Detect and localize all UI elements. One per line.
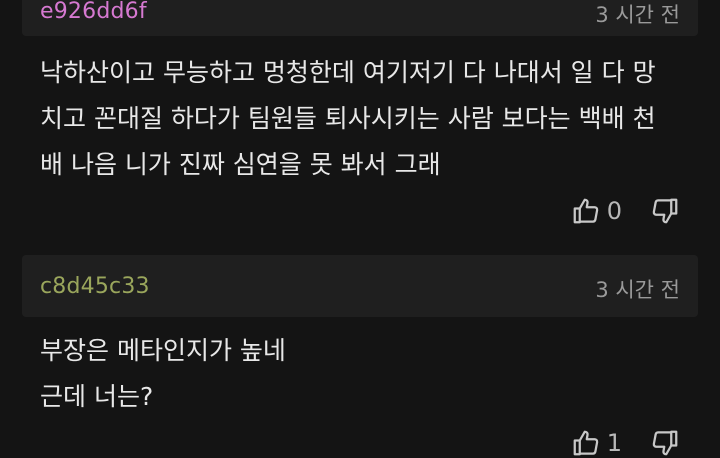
comment-line: 배 나음 니가 진짜 심연을 못 봐서 그래 (40, 150, 441, 179)
like-count: 1 (606, 429, 622, 457)
comment-body: 부장은 메타인지가 높네 근데 너는? (40, 328, 700, 420)
comment-line: 부장은 메타인지가 높네 (40, 336, 286, 365)
comment-line: 낙하산이고 무능하고 멍청한데 여기저기 다 나대서 일 다 망 (40, 58, 656, 87)
comment-author[interactable]: c8d45c33 (40, 274, 150, 299)
comment-line: 치고 꼰대질 하다가 팀원들 퇴사시키는 사람 보다는 백배 천 (40, 104, 656, 133)
comment-header: c8d45c33 3 시간 전 (22, 255, 698, 317)
comment-line: 근데 너는? (40, 382, 154, 411)
vote-bar: 1 (571, 428, 680, 458)
comment-author[interactable]: e926dd6f (40, 0, 147, 24)
thumbs-down-icon[interactable] (650, 196, 680, 226)
thumbs-up-icon[interactable] (571, 428, 601, 458)
like-count: 0 (606, 197, 622, 225)
comment-header: e926dd6f 3 시간 전 (22, 0, 698, 36)
thumbs-up-icon[interactable] (571, 196, 601, 226)
vote-bar: 0 (571, 196, 680, 226)
comment-body: 낙하산이고 무능하고 멍청한데 여기저기 다 나대서 일 다 망 치고 꼰대질 … (40, 50, 700, 188)
comment-time: 3 시간 전 (595, 278, 680, 302)
thumbs-down-icon[interactable] (650, 428, 680, 458)
comment-time: 3 시간 전 (595, 3, 680, 27)
